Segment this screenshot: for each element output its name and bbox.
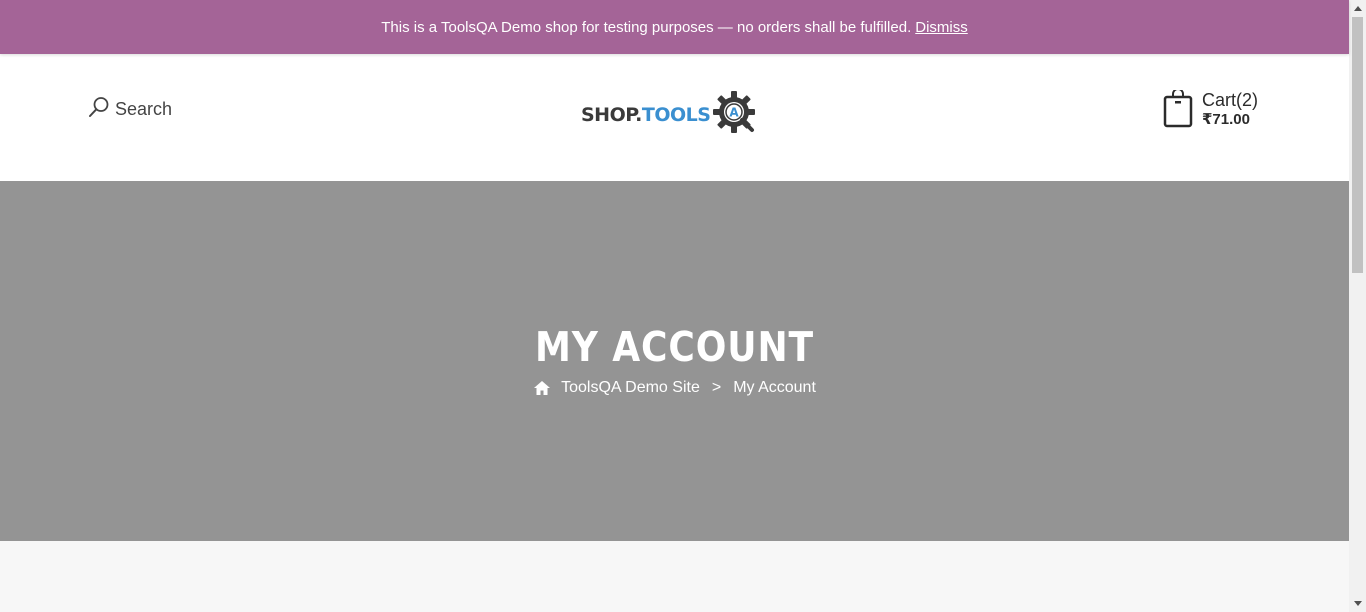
logo-badge-letter: A: [730, 106, 740, 120]
scrollbar-thumb[interactable]: [1352, 17, 1363, 273]
cart-label: Cart(2): [1202, 90, 1259, 110]
main-content: [0, 541, 1349, 612]
logo-gear-icon: A: [710, 90, 756, 139]
cart-total: ₹71.00: [1202, 111, 1250, 128]
cart-button[interactable]: Cart(2) ₹71.00: [1163, 88, 1258, 133]
page-title: MY ACCOUNT: [534, 323, 815, 371]
logo-text-tools: TOOLS: [641, 103, 711, 126]
breadcrumb-current: My Account: [733, 379, 816, 396]
page: This is a ToolsQA Demo shop for testing …: [0, 0, 1366, 612]
cart-summary: Cart(2) ₹71.00: [1202, 90, 1258, 130]
scroll-down-arrow-icon[interactable]: [1349, 595, 1366, 612]
breadcrumb: ToolsQA Demo Site > My Account: [0, 379, 1349, 397]
search-label: Search: [115, 99, 173, 119]
home-icon[interactable]: [533, 380, 551, 396]
breadcrumb-separator: >: [711, 379, 722, 396]
site-header: Search SHOP. TOOLS A Cart(2) ₹71.00: [0, 54, 1349, 181]
search-icon: [88, 96, 115, 123]
shopping-bag-icon: [1163, 88, 1193, 133]
notice-message: This is a ToolsQA Demo shop for testing …: [381, 18, 912, 36]
vertical-scrollbar[interactable]: [1349, 0, 1366, 612]
scroll-up-arrow-icon[interactable]: [1349, 0, 1366, 17]
logo-text-shop: SHOP.: [581, 103, 642, 126]
search-toggle[interactable]: Search: [88, 96, 172, 123]
demo-store-notice: This is a ToolsQA Demo shop for testing …: [0, 0, 1349, 54]
page-header-banner: MY ACCOUNT ToolsQA Demo Site > My Accoun…: [0, 181, 1349, 541]
dismiss-link[interactable]: Dismiss: [915, 19, 968, 36]
breadcrumb-home-link[interactable]: ToolsQA Demo Site: [561, 379, 700, 397]
site-logo[interactable]: SHOP. TOOLS A: [581, 90, 756, 139]
